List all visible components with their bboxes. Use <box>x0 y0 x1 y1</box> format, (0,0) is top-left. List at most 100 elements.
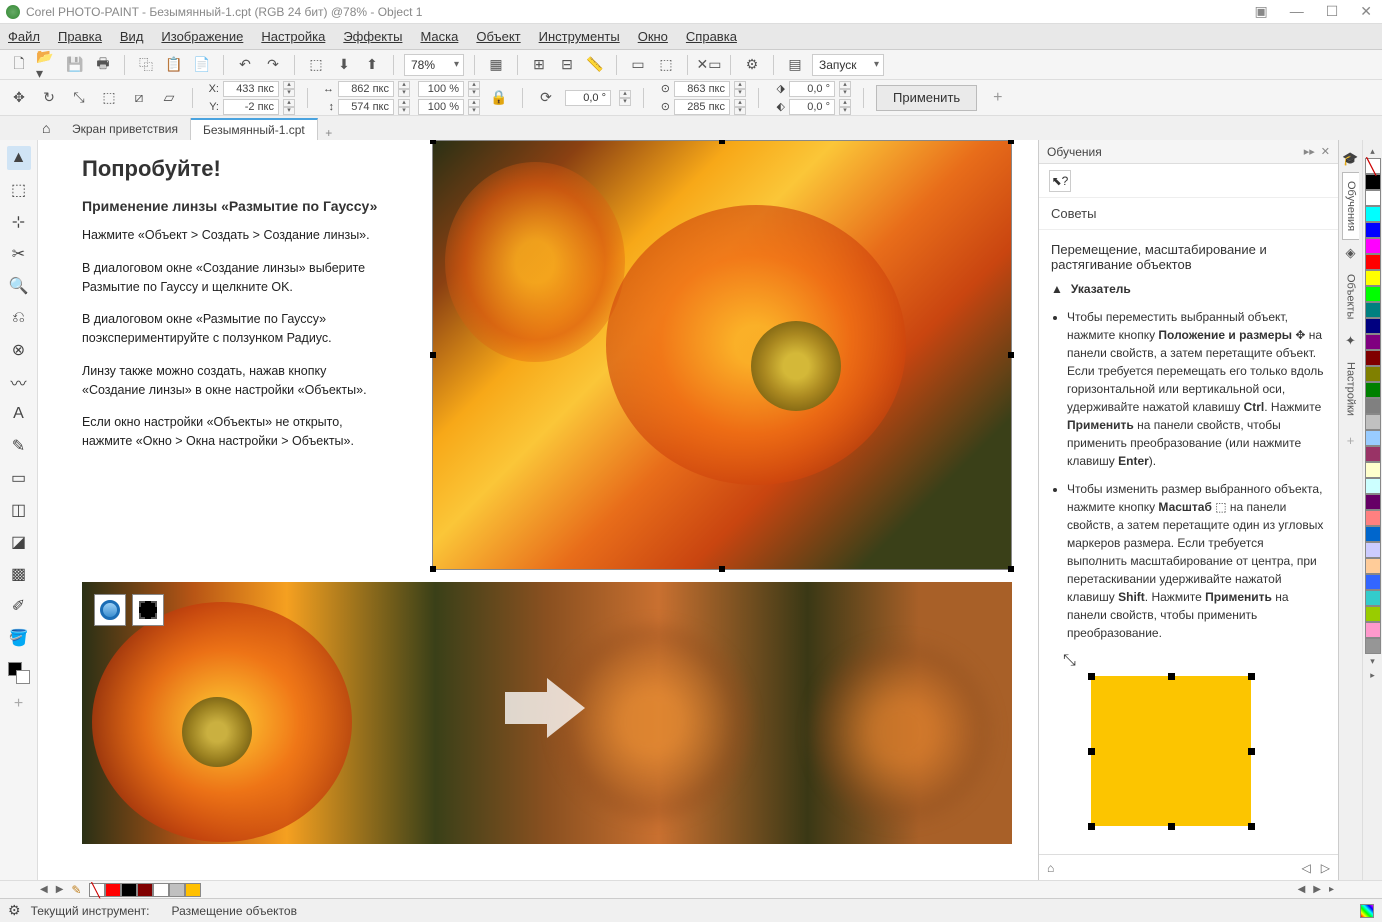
color-swatch[interactable] <box>1365 446 1381 462</box>
add-tool-button[interactable]: + <box>7 692 31 716</box>
palette-swatch[interactable] <box>137 883 153 897</box>
width-spinner[interactable]: ▴▾ <box>398 81 410 97</box>
height-spinner[interactable]: ▴▾ <box>398 99 410 115</box>
menu-adjust[interactable]: Настройка <box>261 29 325 44</box>
effect-tool[interactable]: ✎ <box>7 434 31 458</box>
side-tab-objects[interactable]: Объекты <box>1343 266 1359 327</box>
eyedropper-tool[interactable]: ✐ <box>7 594 31 618</box>
palette-swatch[interactable] <box>169 883 185 897</box>
mask-overlay-button[interactable]: ▭ <box>627 54 649 76</box>
color-swatch[interactable] <box>1365 462 1381 478</box>
color-swatch[interactable] <box>1365 638 1381 654</box>
color-none[interactable]: ╲ <box>1365 158 1381 174</box>
clone-tool[interactable]: ⎌ <box>7 306 31 330</box>
hints-cursor-icon[interactable]: ⬉? <box>1049 170 1071 192</box>
skewy-spinner[interactable]: ▴▾ <box>839 99 851 115</box>
canvas-object-1[interactable] <box>432 140 1012 570</box>
palette-swatch[interactable] <box>121 883 137 897</box>
scale-mode-button[interactable]: ⤡ <box>68 87 90 109</box>
rectangle-mask-tool[interactable]: ⬚ <box>7 178 31 202</box>
docker-close-button[interactable]: ✕ <box>1321 145 1330 158</box>
grid-button[interactable]: ⊞ <box>528 54 550 76</box>
color-swatch[interactable] <box>1365 590 1381 606</box>
close-button[interactable]: ✕ <box>1356 3 1376 20</box>
menu-file[interactable]: Файл <box>8 29 40 44</box>
import-button[interactable]: ⬚ <box>305 54 327 76</box>
color-swatch[interactable] <box>1365 622 1381 638</box>
rotate-mode-button[interactable]: ↻ <box>38 87 60 109</box>
color-swatch[interactable] <box>1365 414 1381 430</box>
copy-button[interactable]: ⿻ <box>135 54 157 76</box>
selection-handle-sw[interactable] <box>430 566 436 572</box>
centery-input[interactable]: 285 пкс <box>674 99 730 115</box>
objects-tab-icon[interactable]: ◈ <box>1342 244 1360 262</box>
color-swatch[interactable] <box>1365 510 1381 526</box>
open-button[interactable]: 📂▾ <box>36 54 58 76</box>
skewx-input[interactable]: 0,0 ° <box>789 81 835 97</box>
rectangle-tool[interactable]: ▭ <box>7 466 31 490</box>
y-spinner[interactable]: ▴▾ <box>283 99 295 115</box>
palette-scroll-up[interactable]: ▴ <box>1365 144 1381 158</box>
size-mode-button[interactable]: ⬚ <box>98 87 120 109</box>
y-input[interactable]: -2 пкс <box>223 99 279 115</box>
color-swatch[interactable] <box>1365 526 1381 542</box>
maximize-button[interactable]: ☐ <box>1322 3 1343 20</box>
dropshadow-tool[interactable]: ◪ <box>7 530 31 554</box>
centerx-input[interactable]: 863 пкс <box>674 81 730 97</box>
skewx-spinner[interactable]: ▴▾ <box>839 81 851 97</box>
settings-tab-icon[interactable]: ✦ <box>1342 332 1360 350</box>
options-button[interactable]: ⚙ <box>741 54 763 76</box>
menu-window[interactable]: Окно <box>638 29 668 44</box>
clipboard-button[interactable]: 📄 <box>191 54 213 76</box>
color-swatch[interactable] <box>1365 286 1381 302</box>
learning-tab-icon[interactable]: 🎓 <box>1342 150 1360 168</box>
color-swatch[interactable] <box>1365 238 1381 254</box>
transparency-tool[interactable]: ▩ <box>7 562 31 586</box>
lock-ratio-button[interactable]: 🔒 <box>488 87 510 109</box>
canvas[interactable]: Попробуйте! Применение линзы «Размытие п… <box>38 140 1038 880</box>
color-swatch[interactable] <box>1365 606 1381 622</box>
zoom-select[interactable]: 78% <box>404 54 464 76</box>
mask-transform-tool[interactable]: ⊹ <box>7 210 31 234</box>
scaley-spinner[interactable]: ▴▾ <box>468 99 480 115</box>
color-swatch[interactable] <box>1365 206 1381 222</box>
scalex-spinner[interactable]: ▴▾ <box>468 81 480 97</box>
minimize-button[interactable]: — <box>1286 3 1308 20</box>
palette-swatch[interactable] <box>105 883 121 897</box>
scalex-input[interactable]: 100 % <box>418 81 464 97</box>
status-settings-icon[interactable]: ⚙ <box>8 902 21 919</box>
palette-scroll-down[interactable]: ▾ <box>1365 654 1381 668</box>
color-swatch[interactable] <box>1365 366 1381 382</box>
menu-view[interactable]: Вид <box>120 29 144 44</box>
menu-object[interactable]: Объект <box>476 29 520 44</box>
color-swatch-pair[interactable] <box>8 662 30 684</box>
palette-nav-left[interactable]: ◀ <box>40 884 48 895</box>
side-tab-learning[interactable]: Обучения <box>1342 172 1359 240</box>
palette-scroll-right[interactable]: ▶ <box>1313 884 1321 895</box>
selection-handle-ne[interactable] <box>1008 140 1014 144</box>
zoom-tool[interactable]: 🔍 <box>7 274 31 298</box>
selection-handle-se[interactable] <box>1008 566 1014 572</box>
color-swatch[interactable] <box>1365 222 1381 238</box>
crop-tool[interactable]: ✂ <box>7 242 31 266</box>
centery-spinner[interactable]: ▴▾ <box>734 99 746 115</box>
back-nav-icon[interactable]: ◁ <box>1302 861 1311 875</box>
clear-mask-button[interactable]: ✕▭ <box>698 54 720 76</box>
centerx-spinner[interactable]: ▴▾ <box>734 81 746 97</box>
skew-mode-button[interactable]: ⧄ <box>128 87 150 109</box>
fullscreen-button[interactable]: ▦ <box>485 54 507 76</box>
selection-handle-nw[interactable] <box>430 140 436 144</box>
selection-handle-n[interactable] <box>719 140 725 144</box>
palette-menu[interactable]: ▸ <box>1365 668 1381 682</box>
position-mode-button[interactable]: ✥ <box>8 87 30 109</box>
paste-button[interactable]: 📋 <box>163 54 185 76</box>
menu-effects[interactable]: Эффекты <box>343 29 402 44</box>
color-swatch[interactable] <box>1365 350 1381 366</box>
liquid-tool[interactable]: 〰 <box>7 370 31 394</box>
palette-swatch[interactable] <box>185 883 201 897</box>
selection-handle-e[interactable] <box>1008 352 1014 358</box>
palette-nav-right[interactable]: ▶ <box>56 884 64 895</box>
launch-dropdown[interactable]: Запуск <box>812 54 884 76</box>
fill-tool[interactable]: 🪣 <box>7 626 31 650</box>
x-spinner[interactable]: ▴▾ <box>283 81 295 97</box>
